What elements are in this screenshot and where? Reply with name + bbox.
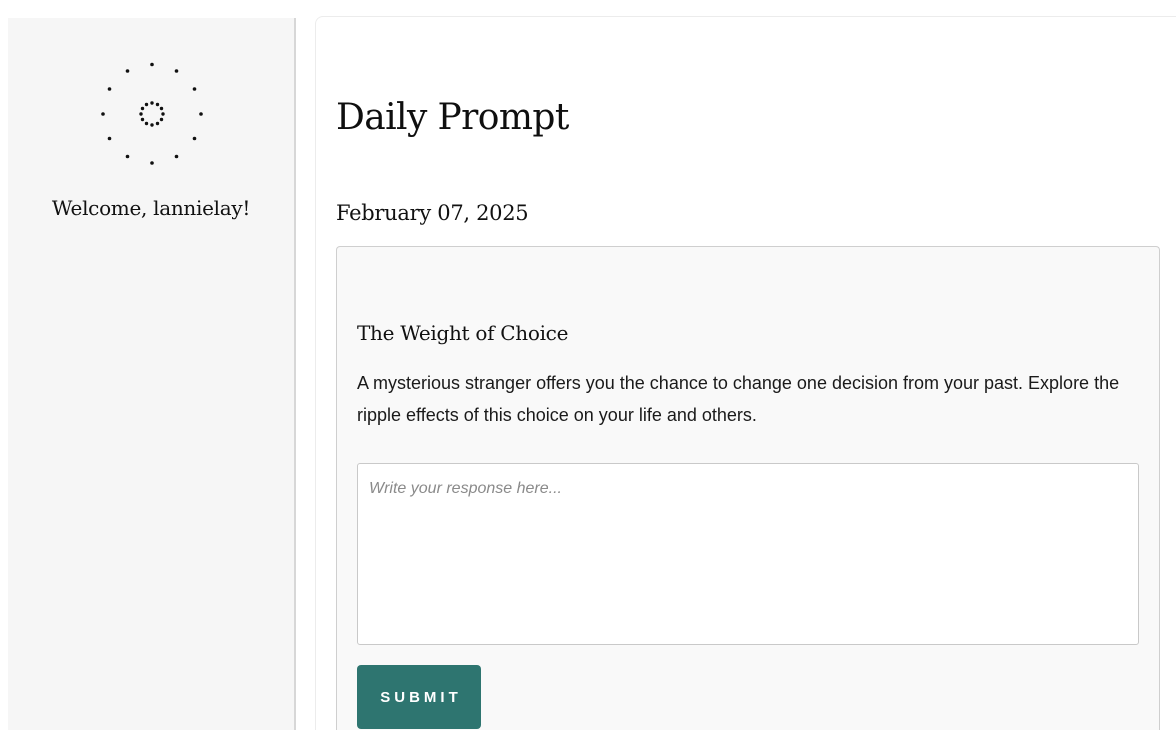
response-input[interactable] xyxy=(357,463,1139,645)
prompt-date: February 07, 2025 xyxy=(336,201,529,225)
page-title: Daily Prompt xyxy=(336,97,569,138)
submit-button[interactable]: SUBMIT xyxy=(357,665,481,729)
prompt-description: A mysterious stranger offers you the cha… xyxy=(357,373,1120,425)
prompt-card: The Weight of Choice A mysterious strang… xyxy=(336,246,1160,730)
dotted-ring-logo-icon xyxy=(101,62,203,165)
sidebar: Welcome, lannielay! xyxy=(8,18,296,730)
prompt-title: The Weight of Choice xyxy=(357,321,569,345)
main-content: Daily Prompt February 07, 2025 The Weigh… xyxy=(315,16,1176,730)
welcome-message: Welcome, lannielay! xyxy=(51,196,251,220)
